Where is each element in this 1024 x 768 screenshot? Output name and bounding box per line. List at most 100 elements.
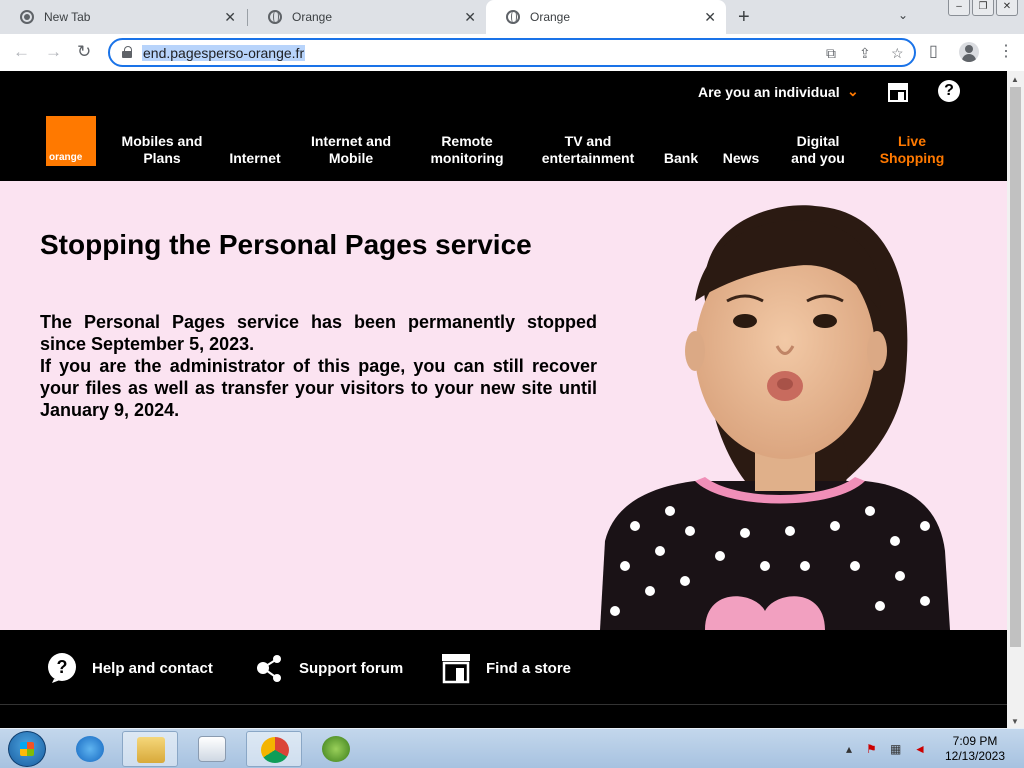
- nav-news[interactable]: News: [718, 150, 764, 167]
- nav-label: monitoring: [430, 150, 504, 166]
- tab-orange-active[interactable]: Orange ✕: [486, 0, 726, 34]
- help-and-contact-link[interactable]: ? Help and contact: [46, 652, 213, 684]
- side-panel-icon[interactable]: ▯: [929, 42, 938, 62]
- svg-text:?: ?: [57, 657, 68, 677]
- clock-time: 7:09 PM: [952, 734, 998, 748]
- nav-label: Internet: [229, 150, 281, 166]
- logo-text: orange: [49, 152, 83, 163]
- nav-remote-monitoring[interactable]: Remote monitoring: [426, 133, 508, 167]
- nav-label: TV and: [564, 133, 612, 149]
- nav-tv-and-entertainment[interactable]: TV and entertainment: [536, 133, 640, 167]
- action-center-flag-icon[interactable]: ⚑: [866, 742, 877, 756]
- windows-orb-icon: [322, 736, 350, 762]
- new-tab-button[interactable]: +: [738, 6, 750, 28]
- start-button[interactable]: [8, 731, 46, 767]
- nav-label: Live: [897, 133, 926, 149]
- windows-taskbar: ▴ ⚑ ▦ ◄ 7:09 PM 12/13/2023: [0, 728, 1024, 768]
- back-arrow-icon[interactable]: ←: [13, 42, 30, 62]
- url-text[interactable]: end.pagesperso-orange.fr: [142, 45, 306, 61]
- bookmark-star-icon[interactable]: ☆: [891, 45, 904, 62]
- lock-icon[interactable]: [122, 46, 132, 58]
- close-tab-icon[interactable]: ✕: [464, 9, 476, 25]
- notice-paragraph-2: If you are the administrator of this pag…: [40, 356, 597, 420]
- tab-title: Orange: [292, 10, 333, 24]
- support-forum-link[interactable]: Support forum: [253, 652, 403, 684]
- web-page: Are you an individual ⌄ ? orange Mobiles…: [0, 71, 1007, 728]
- nav-live-shopping[interactable]: Live Shopping: [876, 133, 948, 167]
- folder-icon: [137, 737, 165, 763]
- orange-logo[interactable]: orange: [46, 116, 96, 166]
- share-icon[interactable]: ⇪: [859, 45, 871, 62]
- store-icon[interactable]: [887, 82, 909, 102]
- translate-icon[interactable]: ⧉: [826, 45, 836, 62]
- system-clock[interactable]: 7:09 PM 12/13/2023: [940, 734, 1010, 764]
- minimize-button[interactable]: –: [948, 0, 970, 16]
- nav-digital-and-you[interactable]: Digital and you: [786, 133, 850, 167]
- girl-photo: [600, 205, 950, 630]
- audience-selector[interactable]: Are you an individual: [698, 84, 840, 100]
- internet-explorer-icon: [76, 736, 104, 762]
- forum-label: Support forum: [299, 659, 404, 677]
- browser-toolbar: ← → ↻ end.pagesperso-orange.fr ⧉ ⇪ ☆ ▯ ⋮: [0, 34, 1024, 71]
- tray-expand-icon[interactable]: ▴: [846, 742, 852, 756]
- notice-paragraph-1: The Personal Pages service has been perm…: [40, 312, 597, 354]
- close-window-button[interactable]: ✕: [996, 0, 1018, 16]
- profile-avatar-icon[interactable]: [959, 42, 979, 62]
- tab-title: New Tab: [44, 10, 91, 24]
- taskbar-media[interactable]: [184, 731, 240, 767]
- network-icon[interactable]: ▦: [890, 742, 901, 756]
- close-tab-icon[interactable]: ✕: [704, 9, 716, 25]
- nav-label: Internet and: [310, 133, 392, 149]
- nav-label: Digital: [796, 133, 840, 149]
- browser-chrome: New Tab ✕ Orange ✕ Orange ✕ + ⌄ – ❐ ✕ ← …: [0, 0, 1024, 71]
- help-label: Help and contact: [92, 659, 213, 677]
- chrome-icon: [261, 737, 289, 763]
- nav-label: Plans: [143, 150, 181, 166]
- nav-label: Mobile: [328, 150, 374, 166]
- store-icon: [442, 654, 470, 684]
- taskbar-chrome[interactable]: [246, 731, 302, 767]
- taskbar-ie[interactable]: [62, 731, 118, 767]
- vertical-scrollbar[interactable]: ▲ ▼: [1007, 71, 1024, 728]
- nav-label: News: [722, 150, 760, 166]
- nav-label: Mobiles and: [121, 133, 203, 149]
- maximize-button[interactable]: ❐: [972, 0, 994, 16]
- tab-orange-1[interactable]: Orange ✕: [248, 0, 486, 34]
- chevron-down-icon[interactable]: ⌄: [847, 83, 859, 100]
- tab-new-tab[interactable]: New Tab ✕: [0, 0, 246, 34]
- menu-kebab-icon[interactable]: ⋮: [998, 42, 1014, 62]
- taskbar-explorer[interactable]: [122, 731, 178, 767]
- scroll-down-arrow-icon[interactable]: ▼: [1011, 717, 1019, 726]
- nav-label: entertainment: [541, 150, 635, 166]
- tab-strip: New Tab ✕ Orange ✕ Orange ✕ + ⌄ – ❐ ✕: [0, 0, 1024, 34]
- volume-muted-icon[interactable]: ◄: [914, 742, 926, 756]
- nav-internet-and-mobile[interactable]: Internet and Mobile: [306, 133, 396, 167]
- hero-banner: Stopping the Personal Pages service The …: [0, 181, 1007, 630]
- nav-label: Shopping: [879, 150, 945, 166]
- nav-internet[interactable]: Internet: [226, 150, 284, 167]
- scroll-thumb[interactable]: [1010, 87, 1021, 647]
- reload-icon[interactable]: ↻: [77, 42, 91, 62]
- page-title: Stopping the Personal Pages service: [40, 229, 532, 260]
- help-question-icon[interactable]: ?: [938, 80, 960, 102]
- taskbar-windows-app[interactable]: [308, 731, 364, 767]
- globe-icon: [506, 10, 520, 24]
- nav-bank[interactable]: Bank: [660, 150, 702, 167]
- forum-network-icon: [257, 655, 281, 682]
- media-player-icon: [198, 736, 226, 762]
- nav-label: and you: [791, 150, 845, 166]
- tab-title: Orange: [530, 10, 571, 24]
- window-controls: – ❐ ✕: [948, 0, 1018, 16]
- scroll-up-arrow-icon[interactable]: ▲: [1011, 75, 1019, 84]
- forward-arrow-icon[interactable]: →: [45, 42, 62, 62]
- nav-mobiles-and-plans[interactable]: Mobiles and Plans: [116, 133, 208, 167]
- address-bar[interactable]: end.pagesperso-orange.fr ⧉ ⇪ ☆: [108, 38, 916, 67]
- close-tab-icon[interactable]: ✕: [224, 9, 236, 25]
- find-a-store-link[interactable]: Find a store: [440, 652, 571, 684]
- chrome-icon: [20, 10, 34, 24]
- clock-date: 12/13/2023: [944, 749, 1006, 763]
- store-label: Find a store: [486, 659, 572, 677]
- nav-label: Bank: [663, 150, 699, 166]
- nav-label: Remote: [441, 133, 493, 149]
- tab-search-chevron-icon[interactable]: ⌄: [898, 8, 908, 22]
